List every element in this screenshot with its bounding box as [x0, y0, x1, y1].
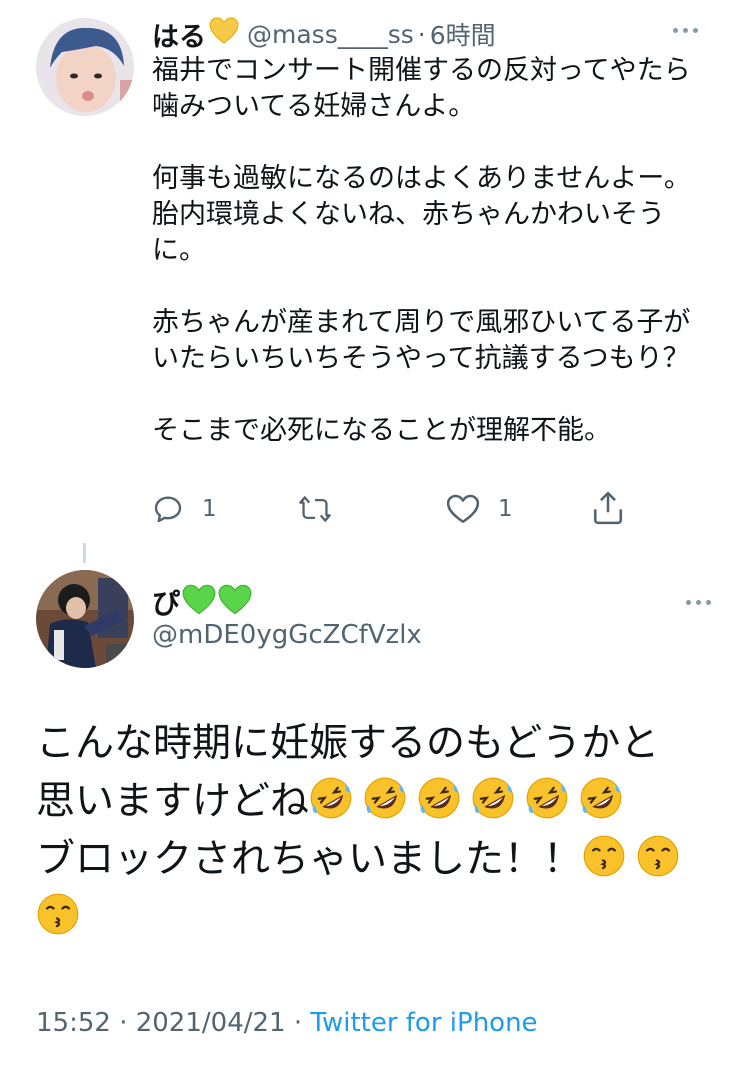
- timestamp[interactable]: 6時間: [430, 16, 496, 52]
- tweet-text: こんな時期に妊娠するのもどうかと 思いますけどね ブロックされちゃいました！！: [36, 715, 726, 947]
- tweet-text-segment: ブロックされちゃいました！！: [36, 837, 583, 882]
- reply-count: 1: [202, 496, 217, 522]
- tweet-text-line: こんな時期に妊娠するのもどうかと: [36, 721, 660, 766]
- rolling-on-floor-laughing-icon: [418, 777, 460, 819]
- share-icon: [592, 491, 624, 525]
- retweet-icon: [298, 495, 332, 523]
- handle[interactable]: @mass____ss: [247, 20, 414, 49]
- kissing-face-icon: [583, 835, 625, 877]
- rolling-on-floor-laughing-icon: [364, 777, 406, 819]
- retweet-button[interactable]: [298, 495, 350, 523]
- kissing-face-icon: [637, 835, 679, 877]
- display-name-row: ぴ: [152, 582, 252, 622]
- kissing-face-emojis: [36, 893, 90, 940]
- tweet-text-line: [36, 889, 726, 947]
- more-options-icon[interactable]: [673, 28, 698, 33]
- timestamp: 15:52 · 2021/04/21 ·: [36, 1008, 311, 1038]
- display-name[interactable]: ぴ: [152, 582, 180, 622]
- tweet-meta: 15:52 · 2021/04/21 · Twitter for iPhone: [36, 1008, 538, 1038]
- display-name[interactable]: はる: [152, 15, 206, 54]
- rolling-on-floor-laughing-emojis: [309, 777, 633, 824]
- rolling-on-floor-laughing-icon: [310, 777, 352, 819]
- reply-button[interactable]: 1: [152, 493, 217, 525]
- kissing-face-icon: [37, 893, 79, 935]
- like-button[interactable]: 1: [446, 493, 513, 525]
- thread-connector: [83, 543, 86, 563]
- tweet-text-line: ブロックされちゃいました！！: [36, 831, 726, 889]
- rolling-on-floor-laughing-icon: [472, 777, 514, 819]
- heart-icon: [446, 493, 480, 525]
- avatar[interactable]: [36, 570, 134, 668]
- reply-icon: [152, 493, 184, 525]
- share-button[interactable]: [592, 491, 624, 525]
- tweet-text-segment: 思いますけどね: [36, 779, 310, 824]
- handle[interactable]: @mDE0ygGcZCfVzlx: [152, 620, 422, 650]
- tweet-text: 福井でコンサート開催するの反対ってやたら 噛みついてる妊婦さんよ。 何事も過敏に…: [152, 55, 691, 446]
- green-heart-icon: [218, 584, 252, 620]
- avatar[interactable]: [36, 18, 134, 116]
- source-link[interactable]: Twitter for iPhone: [310, 1008, 537, 1038]
- tweet-text-line: 思いますけどね: [36, 773, 726, 831]
- yellow-heart-icon: [209, 17, 239, 51]
- kissing-face-emojis: [582, 835, 690, 882]
- rolling-on-floor-laughing-icon: [580, 777, 622, 819]
- tweet-header: はる @mass____ss · 6時間: [152, 14, 496, 54]
- tweet-actions: 1 1: [152, 489, 632, 529]
- separator: ·: [417, 19, 426, 49]
- green-heart-icon: [182, 584, 216, 620]
- more-options-icon[interactable]: [686, 600, 711, 605]
- like-count: 1: [498, 496, 513, 522]
- rolling-on-floor-laughing-icon: [526, 777, 568, 819]
